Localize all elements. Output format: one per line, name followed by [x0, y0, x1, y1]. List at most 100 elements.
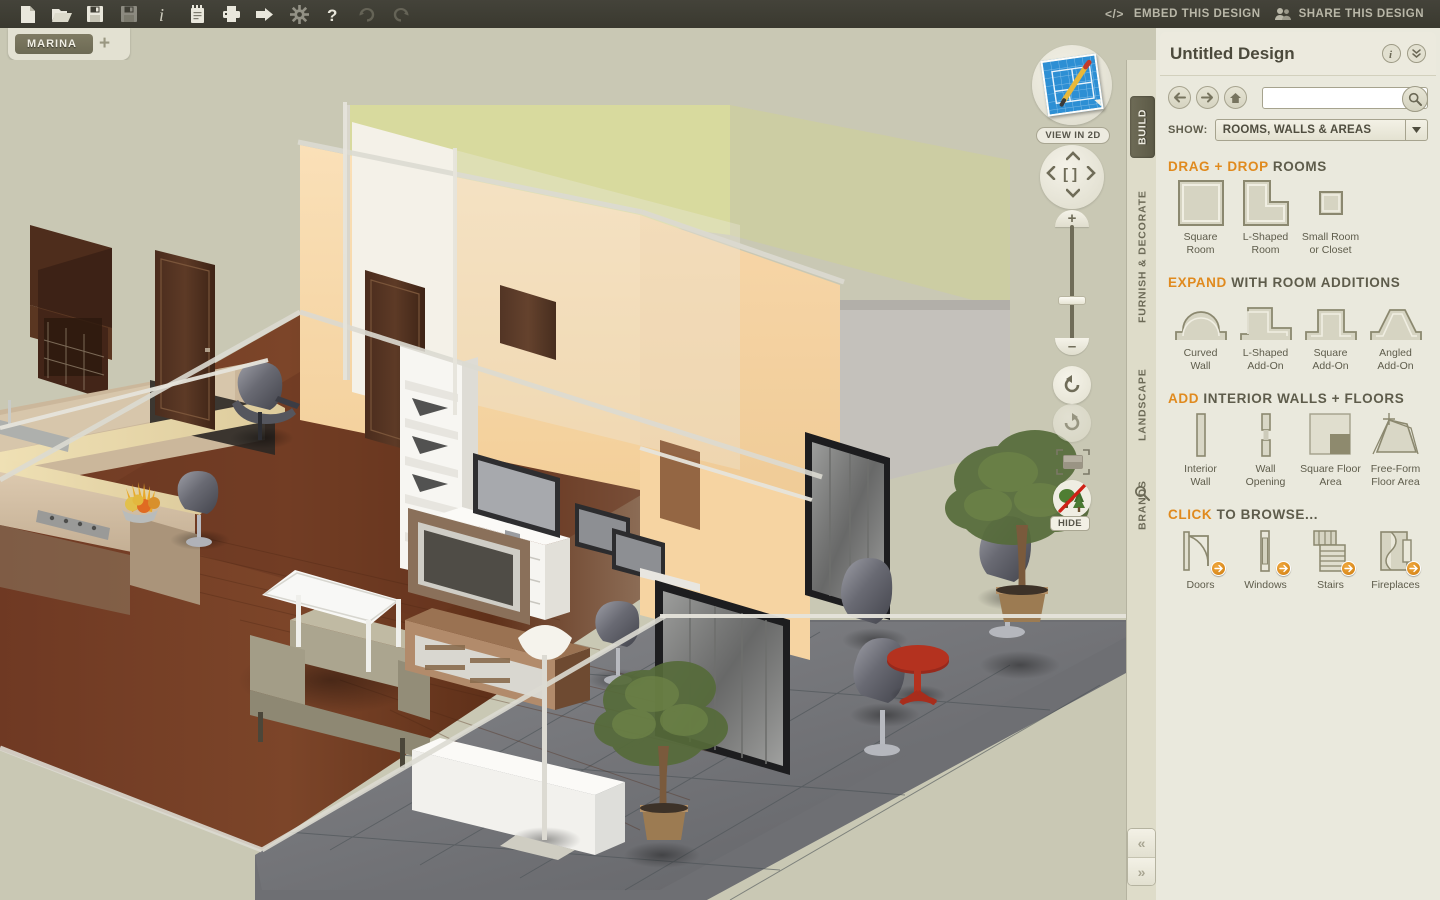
square-room-item[interactable]: Square Room — [1168, 180, 1233, 257]
embed-label: EMBED THIS DESIGN — [1133, 8, 1261, 20]
zoom-out-button[interactable]: – — [1055, 338, 1089, 355]
toolbar-right-links: </> EMBED THIS DESIGN SHARE THIS DESIGN — [1105, 7, 1440, 21]
recenter-button[interactable]: [ ] — [1063, 166, 1077, 183]
nav-home-button[interactable] — [1224, 86, 1247, 109]
help-icon[interactable]: ? — [316, 0, 350, 28]
stairs-label: Stairs — [1317, 579, 1344, 591]
pan-up-button[interactable] — [1065, 148, 1081, 165]
pan-right-button[interactable] — [1086, 165, 1096, 184]
rooms-grid-spacer — [1363, 180, 1428, 231]
panel-info-icon[interactable]: i — [1382, 44, 1401, 63]
curved-wall-icon — [1173, 296, 1229, 342]
angled-add-on-item[interactable]: Angled Add-On — [1363, 296, 1428, 373]
l-shaped-add-on-icon — [1238, 296, 1294, 342]
zoom-slider-handle[interactable] — [1058, 296, 1086, 305]
show-select-value: ROOMS, WALLS & AREAS — [1222, 124, 1372, 136]
view-in-2d-control[interactable]: VIEW IN 2D — [1032, 45, 1114, 144]
l-shaped-room-label-1: L-Shaped — [1242, 231, 1289, 243]
undo-icon[interactable] — [350, 0, 384, 28]
fireplaces-browse-badge-icon[interactable] — [1405, 561, 1421, 576]
pan-left-button[interactable] — [1046, 165, 1056, 184]
section-title-rest: ROOMS — [1268, 159, 1327, 174]
additions-grid: Curved Wall L-Shaped Add-On Square Add-O… — [1168, 296, 1428, 373]
free-form-floor-area-icon — [1371, 412, 1421, 458]
zoom-slider[interactable]: + – — [1055, 210, 1089, 355]
kitchen-upper-cabinets — [30, 225, 112, 400]
show-select[interactable]: ROOMS, WALLS & AREAS — [1214, 119, 1428, 141]
fireplaces-item[interactable]: Fireplaces — [1363, 528, 1428, 592]
interior-wall-item[interactable]: Interior Wall — [1168, 412, 1233, 489]
save-icon[interactable] — [78, 0, 112, 28]
chevron-down-icon[interactable] — [1405, 120, 1427, 140]
tab-marina[interactable]: MARINA — [15, 34, 93, 54]
design-canvas[interactable] — [0, 60, 1155, 900]
pan-control-pad[interactable]: [ ] — [1040, 145, 1104, 209]
square-room-label-1: Square — [1183, 231, 1218, 243]
square-add-on-item[interactable]: Square Add-On — [1298, 296, 1363, 373]
page-title: Untitled Design — [1170, 43, 1295, 63]
section-title-highlight: ADD — [1168, 391, 1200, 406]
settings-gear-icon[interactable] — [282, 0, 316, 28]
nav-back-button[interactable] — [1168, 86, 1191, 109]
pan-down-button[interactable] — [1065, 185, 1081, 202]
doors-browse-badge-icon[interactable] — [1210, 561, 1226, 576]
open-folder-icon[interactable] — [44, 0, 78, 28]
free-form-floor-area-item[interactable]: Free-Form Floor Area — [1363, 412, 1428, 489]
windows-browse-badge-icon[interactable] — [1275, 561, 1291, 576]
svg-text:?: ? — [327, 6, 337, 24]
curved-wall-item[interactable]: Curved Wall — [1168, 296, 1233, 373]
section-drag-drop-rooms: DRAG + DROP ROOMS Square Room L-Shaped R… — [1156, 159, 1440, 257]
hide-landscape-button[interactable] — [1053, 480, 1091, 518]
wall-opening-item[interactable]: Wall Opening — [1233, 412, 1298, 489]
square-floor-area-item[interactable]: Square Floor Area — [1298, 412, 1363, 489]
panel-search-box[interactable] — [1262, 85, 1428, 112]
doors-item[interactable]: Doors — [1168, 528, 1233, 592]
zoom-track[interactable] — [1070, 225, 1074, 341]
view-2d-disc[interactable] — [1032, 45, 1112, 125]
window-icon — [1243, 528, 1291, 576]
notes-icon[interactable] — [180, 0, 214, 28]
add-tab-button[interactable]: + — [99, 34, 110, 53]
export-icon[interactable] — [248, 0, 282, 28]
square-floor-area-label-2: Area — [1319, 476, 1342, 488]
rail-tab-landscape[interactable]: LANDSCAPE — [1130, 350, 1155, 460]
redo-icon[interactable] — [384, 0, 418, 28]
stairs-item[interactable]: Stairs — [1298, 528, 1363, 592]
rail-tab-furnish-decorate[interactable]: FURNISH & DECORATE — [1130, 168, 1155, 346]
small-room-label-2: or Closet — [1309, 244, 1352, 256]
rail-tab-build[interactable]: BUILD — [1130, 96, 1155, 158]
rotate-clockwise-button[interactable] — [1053, 404, 1091, 442]
l-shaped-room-item[interactable]: L-Shaped Room — [1233, 180, 1298, 257]
small-room-or-closet-item[interactable]: Small Room or Closet — [1298, 180, 1363, 257]
view-in-2d-button[interactable]: VIEW IN 2D — [1036, 127, 1110, 144]
screenshot-frame-button[interactable] — [1055, 448, 1091, 476]
windows-label: Windows — [1244, 579, 1287, 591]
l-shaped-add-on-item[interactable]: L-Shaped Add-On — [1233, 296, 1298, 373]
share-this-design-button[interactable]: SHARE THIS DESIGN — [1274, 7, 1424, 21]
rooms-grid: Square Room L-Shaped Room Small Room or … — [1168, 180, 1428, 257]
nav-forward-button[interactable] — [1196, 86, 1219, 109]
panel-navigation-bar — [1156, 76, 1440, 112]
interior-wall-icon — [1181, 412, 1221, 458]
save-as-icon[interactable] — [112, 0, 146, 28]
section-title-highlight: EXPAND — [1168, 275, 1227, 290]
windows-item[interactable]: Windows — [1233, 528, 1298, 592]
square-add-on-label-1: Square — [1313, 347, 1348, 359]
panel-collapse-controls: « » — [1127, 828, 1156, 886]
new-document-icon[interactable] — [10, 0, 44, 28]
collapse-left-button[interactable]: « — [1128, 829, 1155, 857]
build-panel: Untitled Design i SHOW: ROOMS, WALLS & A… — [1156, 28, 1440, 900]
hide-label[interactable]: HIDE — [1050, 516, 1090, 531]
3d-floorplan-scene[interactable] — [0, 60, 1155, 900]
info-icon[interactable]: i — [146, 0, 180, 28]
section-title-rest: INTERIOR WALLS + FLOORS — [1199, 391, 1405, 406]
print-icon[interactable] — [214, 0, 248, 28]
search-icon[interactable] — [1402, 85, 1428, 112]
rail-search-icon[interactable] — [1134, 485, 1150, 555]
panel-collapse-chevrons-icon[interactable] — [1407, 44, 1426, 63]
stairs-browse-badge-icon[interactable] — [1340, 561, 1356, 576]
collapse-right-button[interactable]: » — [1128, 857, 1155, 885]
rotate-counterclockwise-button[interactable] — [1053, 366, 1091, 404]
embed-this-design-button[interactable]: </> EMBED THIS DESIGN — [1105, 8, 1261, 20]
section-title-rest: TO BROWSE... — [1212, 507, 1319, 522]
